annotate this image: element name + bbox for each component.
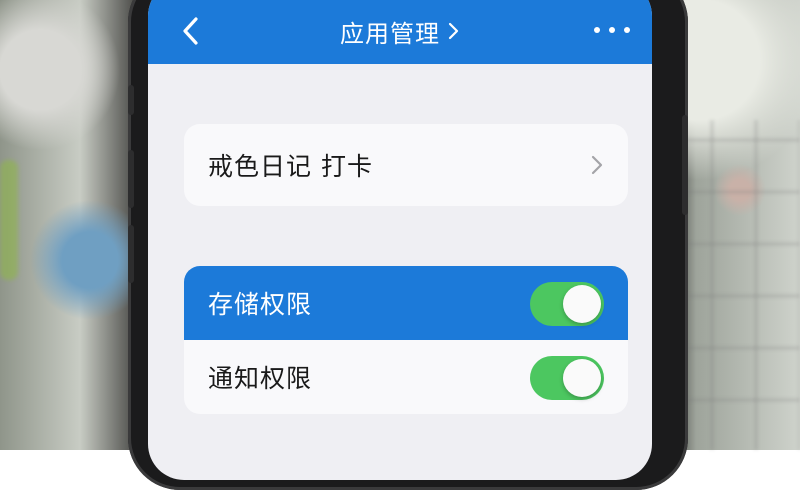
storage-permission-label: 存储权限 <box>208 290 313 319</box>
app-header: 应用管理 <box>148 0 652 64</box>
permission-row-notification[interactable]: 通知权限 <box>184 340 628 414</box>
app-name-label: 戒色日记 打卡 <box>208 152 373 181</box>
side-button <box>128 150 134 208</box>
page-title: 应用管理 <box>340 19 440 48</box>
storage-permission-toggle[interactable] <box>530 282 604 326</box>
header-title-group[interactable]: 应用管理 <box>148 14 652 48</box>
notification-permission-label: 通知权限 <box>208 364 313 393</box>
side-button <box>128 85 134 115</box>
permissions-card: 存储权限 通知权限 <box>184 266 628 414</box>
chevron-right-icon <box>446 21 460 41</box>
side-button <box>128 225 134 283</box>
phone-screen: 应用管理 戒色日记 打卡 存储权限 通知权限 <box>148 0 652 480</box>
toggle-knob <box>563 285 601 323</box>
notification-permission-toggle[interactable] <box>530 356 604 400</box>
toggle-knob <box>563 359 601 397</box>
permission-row-storage[interactable]: 存储权限 <box>184 266 628 340</box>
background-object <box>0 160 18 280</box>
side-button <box>682 115 688 215</box>
app-card: 戒色日记 打卡 <box>184 124 628 206</box>
more-horizontal-icon[interactable] <box>594 16 630 44</box>
app-row[interactable]: 戒色日记 打卡 <box>184 124 628 206</box>
background-keypad <box>670 120 800 450</box>
chevron-right-icon <box>590 154 604 176</box>
